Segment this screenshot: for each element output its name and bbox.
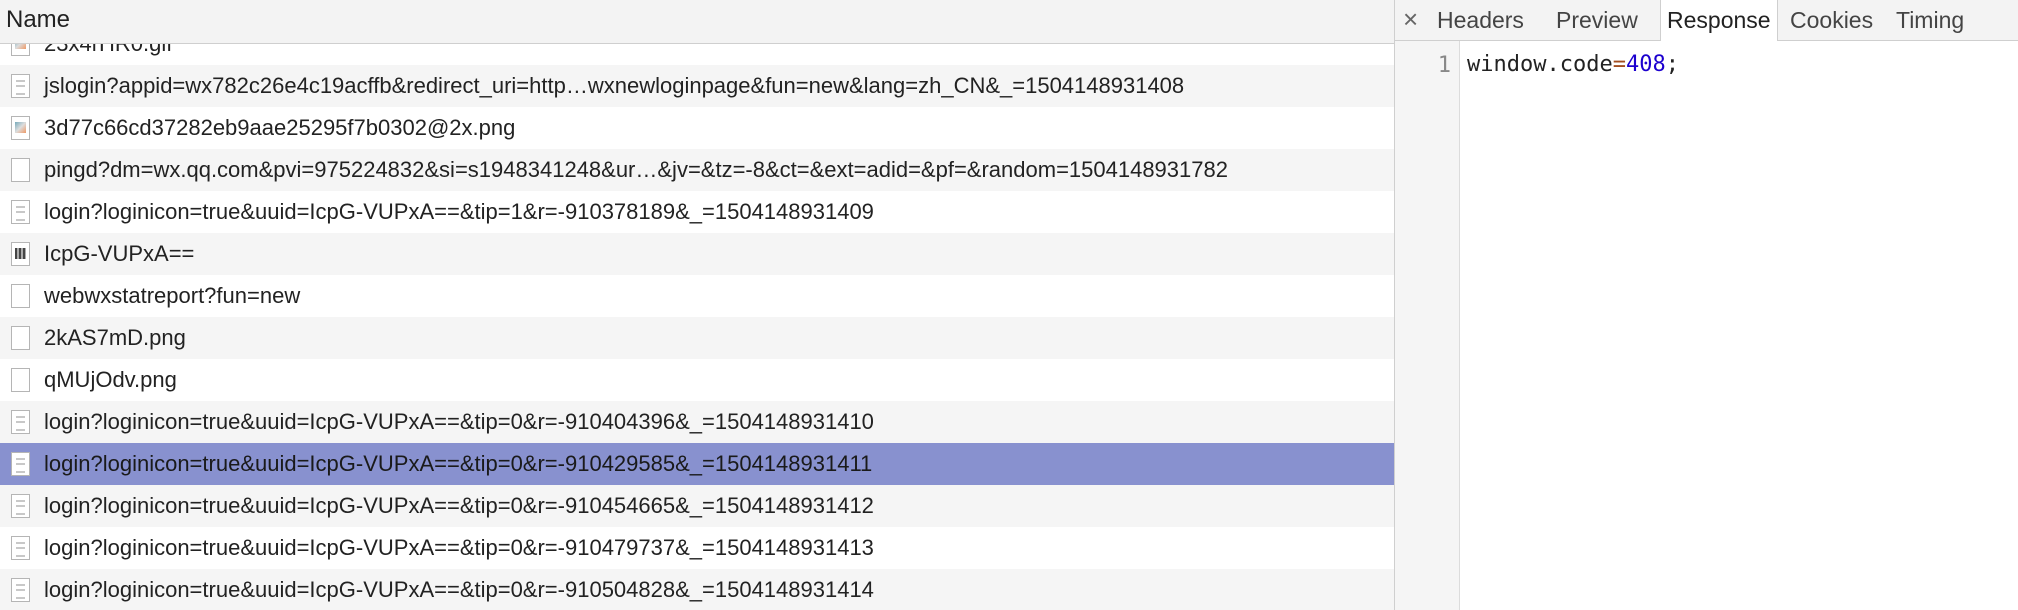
request-name: login?loginicon=true&uuid=IcpG-VUPxA==&t… [44, 199, 874, 224]
request-row[interactable]: login?loginicon=true&uuid=IcpG-VUPxA==&t… [0, 443, 1394, 485]
request-row[interactable]: qMUjOdv.png [0, 359, 1394, 401]
image-file-icon [11, 116, 30, 140]
request-name: login?loginicon=true&uuid=IcpG-VUPxA==&t… [44, 451, 873, 476]
request-detail-panel: × Headers Preview Response Cookies Timin… [1395, 0, 2018, 610]
document-file-icon [11, 452, 30, 476]
request-row[interactable]: 2kAS7mD.png [0, 317, 1394, 359]
blank-file-icon [11, 284, 30, 308]
document-file-icon [11, 494, 30, 518]
tab-response[interactable]: Response [1660, 0, 1778, 41]
request-row[interactable]: jslogin?appid=wx782c26e4c19acffb&redirec… [0, 65, 1394, 107]
request-name: login?loginicon=true&uuid=IcpG-VUPxA==&t… [44, 493, 874, 518]
close-icon[interactable]: × [1403, 2, 1418, 36]
request-name: 23x4rHR0.gif [44, 44, 172, 65]
document-file-icon [11, 410, 30, 434]
request-row[interactable]: IcpG-VUPxA== [0, 233, 1394, 275]
name-column-label: Name [6, 6, 71, 33]
blank-file-icon [11, 326, 30, 350]
blank-file-icon [11, 368, 30, 392]
line-number-gutter: 1 [1395, 41, 1460, 610]
request-row[interactable]: login?loginicon=true&uuid=IcpG-VUPxA==&t… [0, 569, 1394, 610]
detail-tabbar: × Headers Preview Response Cookies Timin… [1395, 0, 2018, 41]
request-row[interactable]: login?loginicon=true&uuid=IcpG-VUPxA==&t… [0, 527, 1394, 569]
document-file-icon [11, 74, 30, 98]
tab-timing[interactable]: Timing [1896, 0, 1964, 40]
code-operator: = [1612, 52, 1626, 77]
request-row[interactable]: login?loginicon=true&uuid=IcpG-VUPxA==&t… [0, 485, 1394, 527]
response-code[interactable]: window.code=408; [1467, 52, 1679, 77]
document-file-icon [11, 578, 30, 602]
code-number: 408 [1625, 52, 1666, 77]
request-name: login?loginicon=true&uuid=IcpG-VUPxA==&t… [44, 577, 874, 602]
request-row[interactable]: login?loginicon=true&uuid=IcpG-VUPxA==&t… [0, 191, 1394, 233]
request-name: IcpG-VUPxA== [44, 241, 195, 266]
document-file-icon [11, 536, 30, 560]
request-name: 2kAS7mD.png [44, 325, 186, 350]
request-name: login?loginicon=true&uuid=IcpG-VUPxA==&t… [44, 409, 874, 434]
code-identifier: window.code [1467, 52, 1613, 77]
request-name: webwxstatreport?fun=new [44, 283, 301, 308]
request-rows: 23x4rHR0.gif jslogin?appid=wx782c26e4c19a… [0, 44, 1394, 610]
request-row[interactable]: login?loginicon=true&uuid=IcpG-VUPxA==&t… [0, 401, 1394, 443]
request-row[interactable]: webwxstatreport?fun=new [0, 275, 1394, 317]
code-terminator: ; [1665, 52, 1679, 77]
request-name: qMUjOdv.png [44, 367, 177, 392]
name-column-header[interactable]: Name [0, 0, 1394, 44]
request-list-panel: Name 23x4rHR0.gif jslogin?appid=wx782c26e… [0, 0, 1395, 610]
tab-cookies[interactable]: Cookies [1790, 0, 1873, 40]
qrcode-image-icon [11, 242, 30, 266]
request-row[interactable]: pingd?dm=wx.qq.com&pvi=975224832&si=s194… [0, 149, 1394, 191]
request-name: 3d77c66cd37282eb9aae25295f7b0302@2x.png [44, 115, 516, 140]
line-number: 1 [1437, 53, 1451, 78]
request-list[interactable]: 23x4rHR0.gif jslogin?appid=wx782c26e4c19a… [0, 44, 1394, 610]
request-name: jslogin?appid=wx782c26e4c19acffb&redirec… [44, 73, 1185, 98]
document-file-icon [11, 200, 30, 224]
tab-headers[interactable]: Headers [1437, 0, 1524, 40]
request-row[interactable]: 23x4rHR0.gif [0, 44, 1394, 65]
tab-preview[interactable]: Preview [1556, 0, 1638, 40]
image-file-icon [11, 44, 30, 56]
request-name: pingd?dm=wx.qq.com&pvi=975224832&si=s194… [44, 157, 1228, 182]
request-row[interactable]: 3d77c66cd37282eb9aae25295f7b0302@2x.png [0, 107, 1394, 149]
blank-file-icon [11, 158, 30, 182]
request-name: login?loginicon=true&uuid=IcpG-VUPxA==&t… [44, 535, 874, 560]
